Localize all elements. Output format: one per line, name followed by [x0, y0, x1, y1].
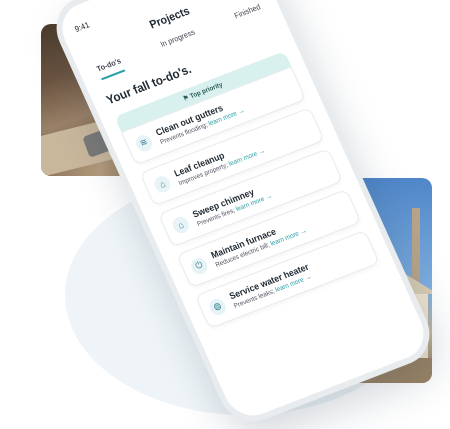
arrow-right-icon: →: [257, 147, 267, 157]
arrow-right-icon: →: [303, 273, 313, 283]
tab-finished[interactable]: Finished: [233, 2, 265, 27]
arrow-right-icon: →: [264, 192, 274, 202]
chimney-icon: ⌂: [170, 214, 192, 236]
arrow-right-icon: →: [298, 227, 309, 237]
arrow-right-icon: →: [236, 107, 247, 117]
status-time: 9:41: [72, 19, 91, 34]
water-heater-icon: ◍: [206, 296, 229, 317]
tab-in-progress[interactable]: In progress: [159, 27, 199, 55]
leaf-icon: ⌂: [151, 173, 173, 195]
gutter-icon: ≋: [133, 132, 155, 154]
furnace-icon: ⏻: [188, 255, 210, 276]
tab-todos[interactable]: To-do's: [95, 55, 126, 81]
